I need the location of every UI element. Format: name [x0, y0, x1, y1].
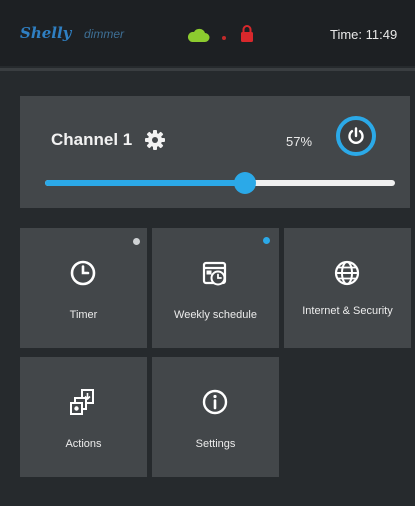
actions-tile[interactable]: Actions: [20, 357, 147, 477]
timer-tile[interactable]: Timer: [20, 228, 147, 348]
timer-indicator-dot: [133, 238, 140, 245]
info-icon: [202, 389, 228, 415]
tile-label: Timer: [69, 309, 98, 321]
brand-logo: Shelly: [20, 24, 72, 42]
actions-icon: [70, 389, 94, 415]
brightness-percent: 57%: [286, 134, 313, 149]
product-name: dimmer: [84, 27, 125, 41]
internet-security-tile[interactable]: Internet & Security: [284, 228, 411, 348]
cloud-icon: [187, 28, 210, 42]
brightness-slider[interactable]: [45, 172, 395, 194]
time-display: Time: 11:49: [330, 27, 398, 42]
header-divider: [0, 68, 415, 71]
power-icon: [348, 127, 364, 145]
lock-icon: [241, 25, 253, 42]
slider-handle[interactable]: [233, 172, 256, 194]
top-bar: Shelly dimmer Time: 11:49: [0, 0, 415, 66]
status-separator: [222, 36, 226, 40]
calendar-icon: [202, 261, 227, 286]
tile-label: Actions: [65, 438, 102, 450]
tile-label: Internet & Security: [302, 305, 393, 317]
slider-fill: [45, 180, 245, 186]
clock-icon: [70, 260, 96, 286]
settings-tile[interactable]: Settings: [152, 357, 279, 477]
schedule-indicator-dot: [263, 237, 270, 244]
globe-icon: [334, 260, 360, 286]
gear-icon[interactable]: [145, 130, 165, 150]
tile-label: Weekly schedule: [174, 309, 257, 321]
weekly-schedule-tile[interactable]: Weekly schedule: [152, 228, 279, 348]
channel-card: Channel 1 57%: [20, 96, 410, 208]
tile-label: Settings: [195, 438, 236, 450]
channel-title: Channel 1: [51, 130, 133, 149]
power-button[interactable]: [336, 116, 376, 156]
